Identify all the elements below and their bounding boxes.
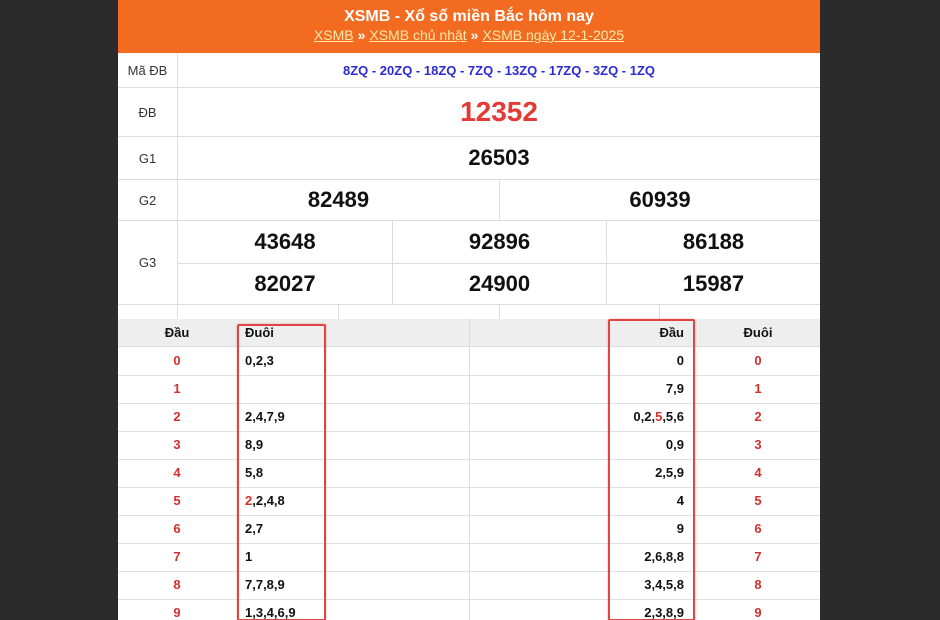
page-header: XSMB - Xổ số miền Bắc hôm nay XSMB» XSMB …	[118, 0, 820, 53]
third-prize-label: G3	[118, 221, 178, 304]
first-prize-row: G1 26503	[118, 137, 820, 180]
third-prize-row: G3 43648 92896 86188 82027 24900 15987	[118, 221, 820, 305]
left-dau-digit: 0	[173, 353, 181, 368]
left-dau-digit: 9	[173, 605, 181, 620]
loto-table: Đầu Đuôi Đầu Đuôi 0 0,2,3 0 0 1 7,9 1 2 2,4,7,9 0…	[118, 319, 820, 620]
right-duoi-digit: 9	[754, 605, 762, 620]
fourth-prize-row-partial	[118, 305, 820, 319]
right-duoi-digit: 2	[754, 409, 762, 424]
loto-center-divider	[469, 319, 470, 620]
left-dau-digit: 3	[173, 437, 181, 452]
right-duoi-digit: 4	[754, 465, 762, 480]
special-code-row: Mã ĐB 8ZQ - 20ZQ - 18ZQ - 7ZQ - 13ZQ - 1…	[118, 53, 820, 88]
breadcrumb-separator: »	[357, 27, 366, 43]
left-dau-digit: 8	[173, 577, 181, 592]
breadcrumb-separator: »	[470, 27, 479, 43]
page-title: XSMB - Xổ số miền Bắc hôm nay	[344, 8, 594, 25]
breadcrumb: XSMB» XSMB chủ nhật» XSMB ngày 12-1-2025	[118, 27, 820, 44]
right-duoi-digit: 5	[754, 493, 762, 508]
right-duoi-digit: 0	[754, 353, 762, 368]
divider	[392, 221, 393, 304]
left-dau-digit: 2	[173, 409, 181, 424]
left-dau-header: Đầu	[164, 325, 190, 340]
second-prize-label: G2	[118, 180, 178, 220]
third-prize-value: 43648	[254, 229, 316, 254]
right-duoi-header: Đuôi	[743, 325, 773, 340]
first-prize-value: 26503	[468, 145, 530, 170]
left-dau-digit: 4	[173, 465, 181, 480]
first-prize-label: G1	[118, 137, 178, 179]
divider	[338, 305, 339, 319]
third-prize-value: 24900	[468, 271, 531, 296]
breadcrumb-xsmb-sunday-link[interactable]: XSMB chủ nhật	[369, 27, 466, 43]
third-prize-value: 82027	[254, 271, 316, 296]
divider	[659, 305, 660, 319]
third-prize-value: 86188	[682, 229, 745, 254]
divider	[606, 221, 607, 304]
left-dau-digit: 6	[173, 521, 181, 536]
results-panel: XSMB - Xổ số miền Bắc hôm nay XSMB» XSMB …	[118, 0, 820, 620]
second-prize-value: 82489	[307, 187, 370, 212]
fourth-prize-label	[118, 305, 178, 319]
special-prize-row: ĐB 12352	[118, 88, 820, 137]
breadcrumb-xsmb-link[interactable]: XSMB	[314, 27, 354, 43]
divider	[499, 305, 500, 319]
left-dau-digit: 7	[173, 549, 181, 564]
third-prize-value: 15987	[682, 271, 745, 296]
right-duoi-digit: 8	[754, 577, 762, 592]
left-dau-digit: 5	[173, 493, 181, 508]
second-prize-row: G2 82489 60939	[118, 180, 820, 221]
special-prize-value: 12352	[460, 96, 538, 127]
right-duoi-digit: 6	[754, 521, 762, 536]
right-highlight-box	[608, 319, 695, 620]
breadcrumb-xsmb-date-link[interactable]: XSMB ngày 12-1-2025	[482, 27, 624, 43]
left-highlight-box	[237, 324, 326, 620]
left-dau-digit: 1	[173, 381, 181, 396]
special-code-value: 8ZQ - 20ZQ - 18ZQ - 7ZQ - 13ZQ - 17ZQ - …	[342, 62, 656, 78]
special-code-label: Mã ĐB	[118, 53, 178, 87]
right-duoi-digit: 1	[754, 381, 762, 396]
right-duoi-digit: 3	[754, 437, 762, 452]
second-prize-value: 60939	[629, 187, 691, 212]
right-duoi-digit: 7	[754, 549, 762, 564]
third-prize-value: 92896	[468, 229, 531, 254]
special-prize-label: ĐB	[118, 88, 178, 136]
